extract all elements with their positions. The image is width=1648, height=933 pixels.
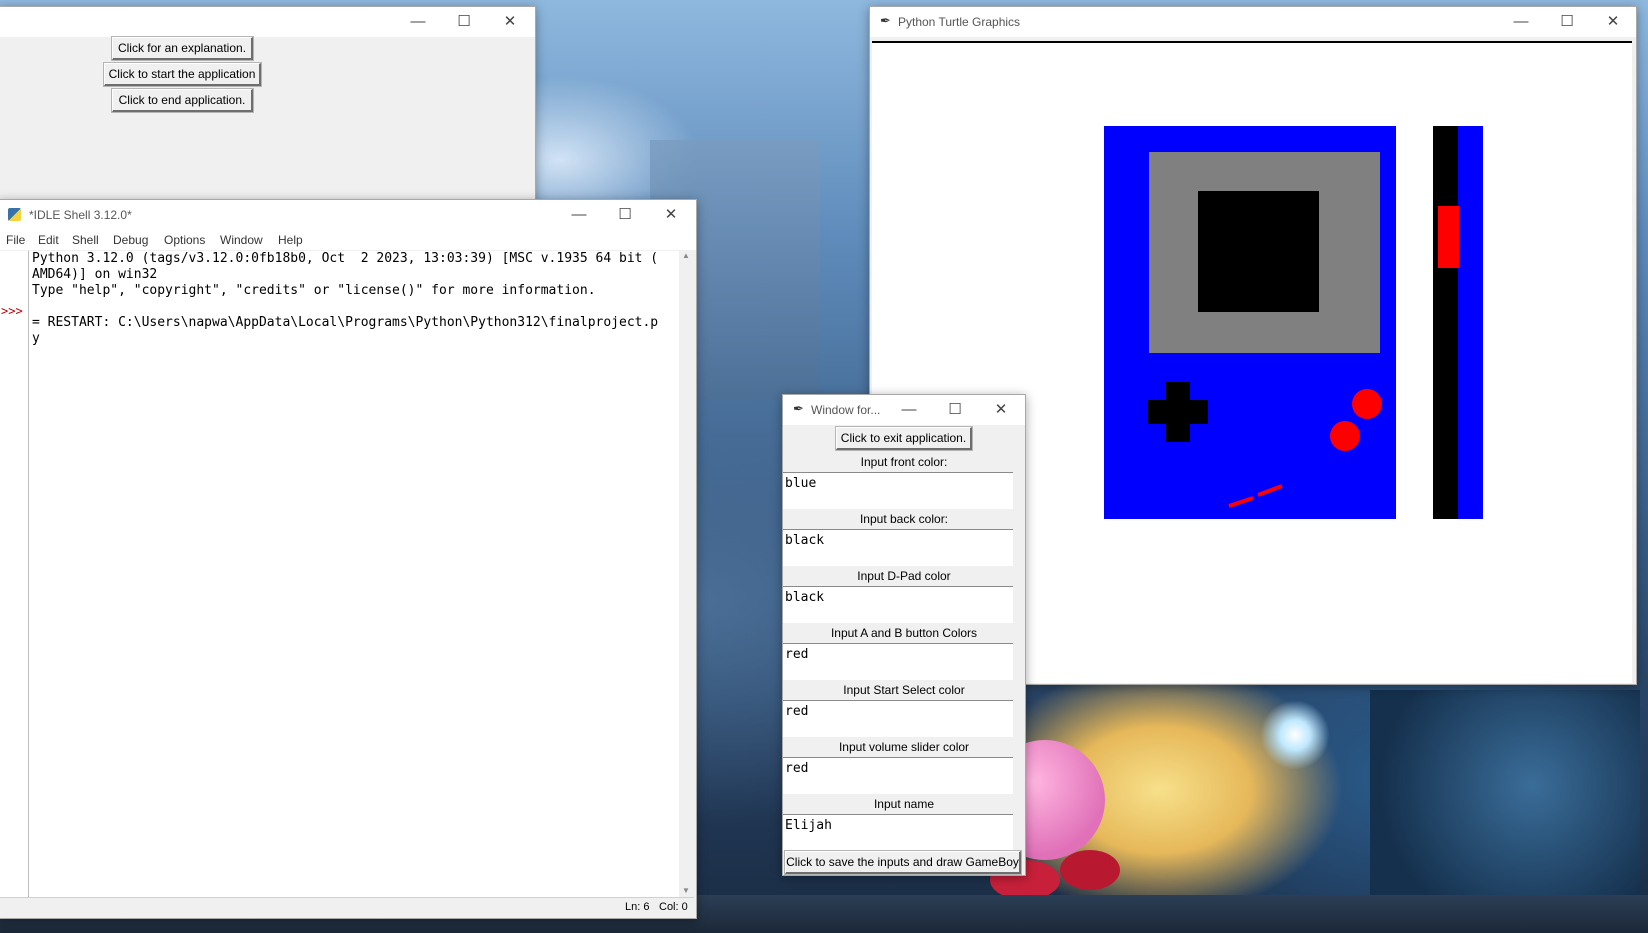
prompt-gutter: >>>	[0, 251, 29, 897]
launcher-window: — ☐ ✕ Click for an explanation. Click to…	[0, 6, 536, 204]
menu-file[interactable]: File	[6, 233, 25, 247]
python-icon	[8, 208, 21, 221]
input-titlebar[interactable]: ✒ Window for... — ☐ ✕	[783, 395, 1025, 425]
maximize-icon[interactable]: ☐	[932, 395, 978, 425]
shell-line: = RESTART: C:\Users\napwa\AppData\Local\…	[32, 315, 659, 330]
gameboy-dpad-horizontal	[1148, 400, 1208, 424]
exit-application-button[interactable]: Click to exit application.	[835, 426, 973, 451]
status-column: Col: 0	[659, 901, 688, 913]
maximize-icon[interactable]: ☐	[602, 200, 648, 230]
vertical-scrollbar[interactable]: ▲ ▼	[679, 251, 694, 897]
gameboy-b-button	[1330, 421, 1360, 451]
shell-line: y	[32, 331, 40, 346]
minimize-icon[interactable]: —	[1498, 7, 1544, 37]
dpad-color-input[interactable]: black	[783, 586, 1013, 623]
launcher-titlebar[interactable]: — ☐ ✕	[0, 7, 535, 37]
menu-window[interactable]: Window	[220, 233, 263, 247]
start-application-button[interactable]: Click to start the application	[103, 62, 262, 87]
back-color-input[interactable]: black	[783, 529, 1013, 566]
gameboy-screen	[1198, 191, 1319, 312]
window-title: *IDLE Shell 3.12.0*	[29, 208, 132, 222]
volume-slider-color-label: Input volume slider color	[783, 737, 1025, 757]
shell-line: AMD64)] on win32	[32, 267, 158, 282]
minimize-icon[interactable]: —	[886, 395, 932, 425]
menu-edit[interactable]: Edit	[38, 233, 59, 247]
window-title: Window for...	[811, 403, 881, 417]
front-color-value: blue	[785, 476, 817, 491]
name-input[interactable]: Elijah	[783, 814, 1013, 851]
gameboy-volume-slider	[1438, 206, 1459, 268]
start-select-color-label: Input Start Select color	[783, 680, 1025, 700]
end-application-button[interactable]: Click to end application.	[111, 88, 254, 113]
wallpaper-character-foot	[1060, 850, 1120, 890]
menu-help[interactable]: Help	[278, 233, 303, 247]
volume-slider-color-input[interactable]: red	[783, 757, 1013, 794]
feather-icon: ✒	[880, 13, 891, 28]
menu-options[interactable]: Options	[164, 233, 205, 247]
back-color-value: black	[785, 533, 825, 548]
close-icon[interactable]: ✕	[648, 200, 694, 230]
menu-shell[interactable]: Shell	[72, 233, 99, 247]
menu-debug[interactable]: Debug	[113, 233, 148, 247]
back-color-label: Input back color:	[783, 509, 1025, 529]
menu-bar: File Edit Shell Debug Options Window Hel…	[0, 230, 696, 250]
minimize-icon[interactable]: —	[395, 7, 441, 37]
maximize-icon[interactable]: ☐	[441, 7, 487, 37]
dpad-color-label: Input D-Pad color	[783, 566, 1025, 586]
close-icon[interactable]: ✕	[978, 395, 1024, 425]
wallpaper-tower	[1370, 690, 1640, 930]
start-select-color-input[interactable]: red	[783, 700, 1013, 737]
ab-button-color-input[interactable]: red	[783, 643, 1013, 680]
volume-slider-color-value: red	[785, 761, 809, 776]
maximize-icon[interactable]: ☐	[1544, 7, 1590, 37]
gameboy-a-button	[1352, 389, 1382, 419]
input-window: ✒ Window for... — ☐ ✕ Click to exit appl…	[782, 394, 1026, 876]
ab-button-color-label: Input A and B button Colors	[783, 623, 1025, 643]
wallpaper-star	[1260, 700, 1330, 770]
idle-titlebar[interactable]: *IDLE Shell 3.12.0* — ☐ ✕	[0, 200, 696, 230]
shell-text-area[interactable]: Python 3.12.0 (tags/v3.12.0:0fb18b0, Oct…	[29, 251, 679, 897]
gameboy-back-strip	[1433, 126, 1458, 519]
name-label: Input name	[783, 794, 1025, 814]
shell-line: Python 3.12.0 (tags/v3.12.0:0fb18b0, Oct…	[32, 251, 659, 266]
window-title: Python Turtle Graphics	[898, 15, 1021, 29]
shell-line: Type "help", "copyright", "credits" or "…	[32, 283, 596, 298]
turtle-titlebar[interactable]: ✒ Python Turtle Graphics — ☐ ✕	[870, 7, 1636, 37]
start-select-color-value: red	[785, 704, 809, 719]
close-icon[interactable]: ✕	[487, 7, 533, 37]
explanation-button[interactable]: Click for an explanation.	[111, 36, 254, 61]
front-color-label: Input front color:	[783, 452, 1025, 472]
scroll-up-icon[interactable]: ▲	[682, 251, 690, 260]
ab-button-color-value: red	[785, 647, 809, 662]
minimize-icon[interactable]: —	[556, 200, 602, 230]
dpad-color-value: black	[785, 590, 825, 605]
status-line: Ln: 6	[625, 901, 650, 913]
scroll-down-icon[interactable]: ▼	[682, 886, 690, 895]
front-color-input[interactable]: blue	[783, 472, 1013, 509]
save-and-draw-button[interactable]: Click to save the inputs and draw GameBo…	[784, 850, 1022, 875]
status-bar: Ln: 6 Col: 0	[0, 897, 694, 917]
feather-icon: ✒	[793, 401, 804, 416]
name-value: Elijah	[785, 818, 832, 833]
close-icon[interactable]: ✕	[1590, 7, 1636, 37]
shell-prompt: >>>	[1, 304, 23, 318]
idle-shell-window: *IDLE Shell 3.12.0* — ☐ ✕ File Edit Shel…	[0, 199, 697, 919]
